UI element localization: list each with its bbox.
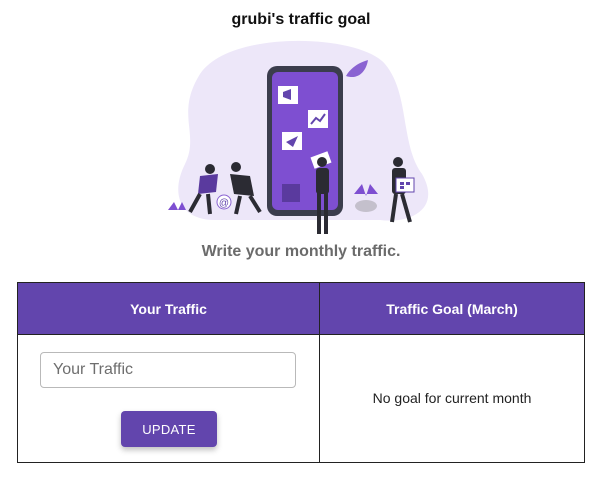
header-your-traffic: Your Traffic bbox=[18, 283, 320, 335]
svg-text:@: @ bbox=[219, 198, 229, 209]
traffic-goal-cell: No goal for current month bbox=[320, 335, 584, 462]
update-button[interactable]: UPDATE bbox=[121, 411, 217, 447]
traffic-input-cell: UPDATE bbox=[18, 335, 320, 462]
traffic-input[interactable] bbox=[40, 352, 296, 388]
header-traffic-goal: Traffic Goal (March) bbox=[320, 283, 584, 335]
goal-status-text: No goal for current month bbox=[372, 390, 532, 406]
traffic-table: Your Traffic Traffic Goal (March) UPDATE… bbox=[17, 282, 585, 463]
chart-icon bbox=[308, 110, 328, 128]
marketing-illustration: @ bbox=[168, 40, 429, 234]
screen-block bbox=[282, 184, 300, 202]
rock bbox=[355, 200, 377, 212]
megaphone-icon bbox=[278, 86, 298, 104]
calendar-icon bbox=[395, 177, 415, 193]
paper-plane-icon bbox=[282, 132, 302, 150]
at-sign-icon: @ bbox=[216, 194, 232, 210]
page-title: grubi's traffic goal bbox=[231, 11, 371, 28]
page-subtitle: Write your monthly traffic. bbox=[201, 243, 401, 260]
